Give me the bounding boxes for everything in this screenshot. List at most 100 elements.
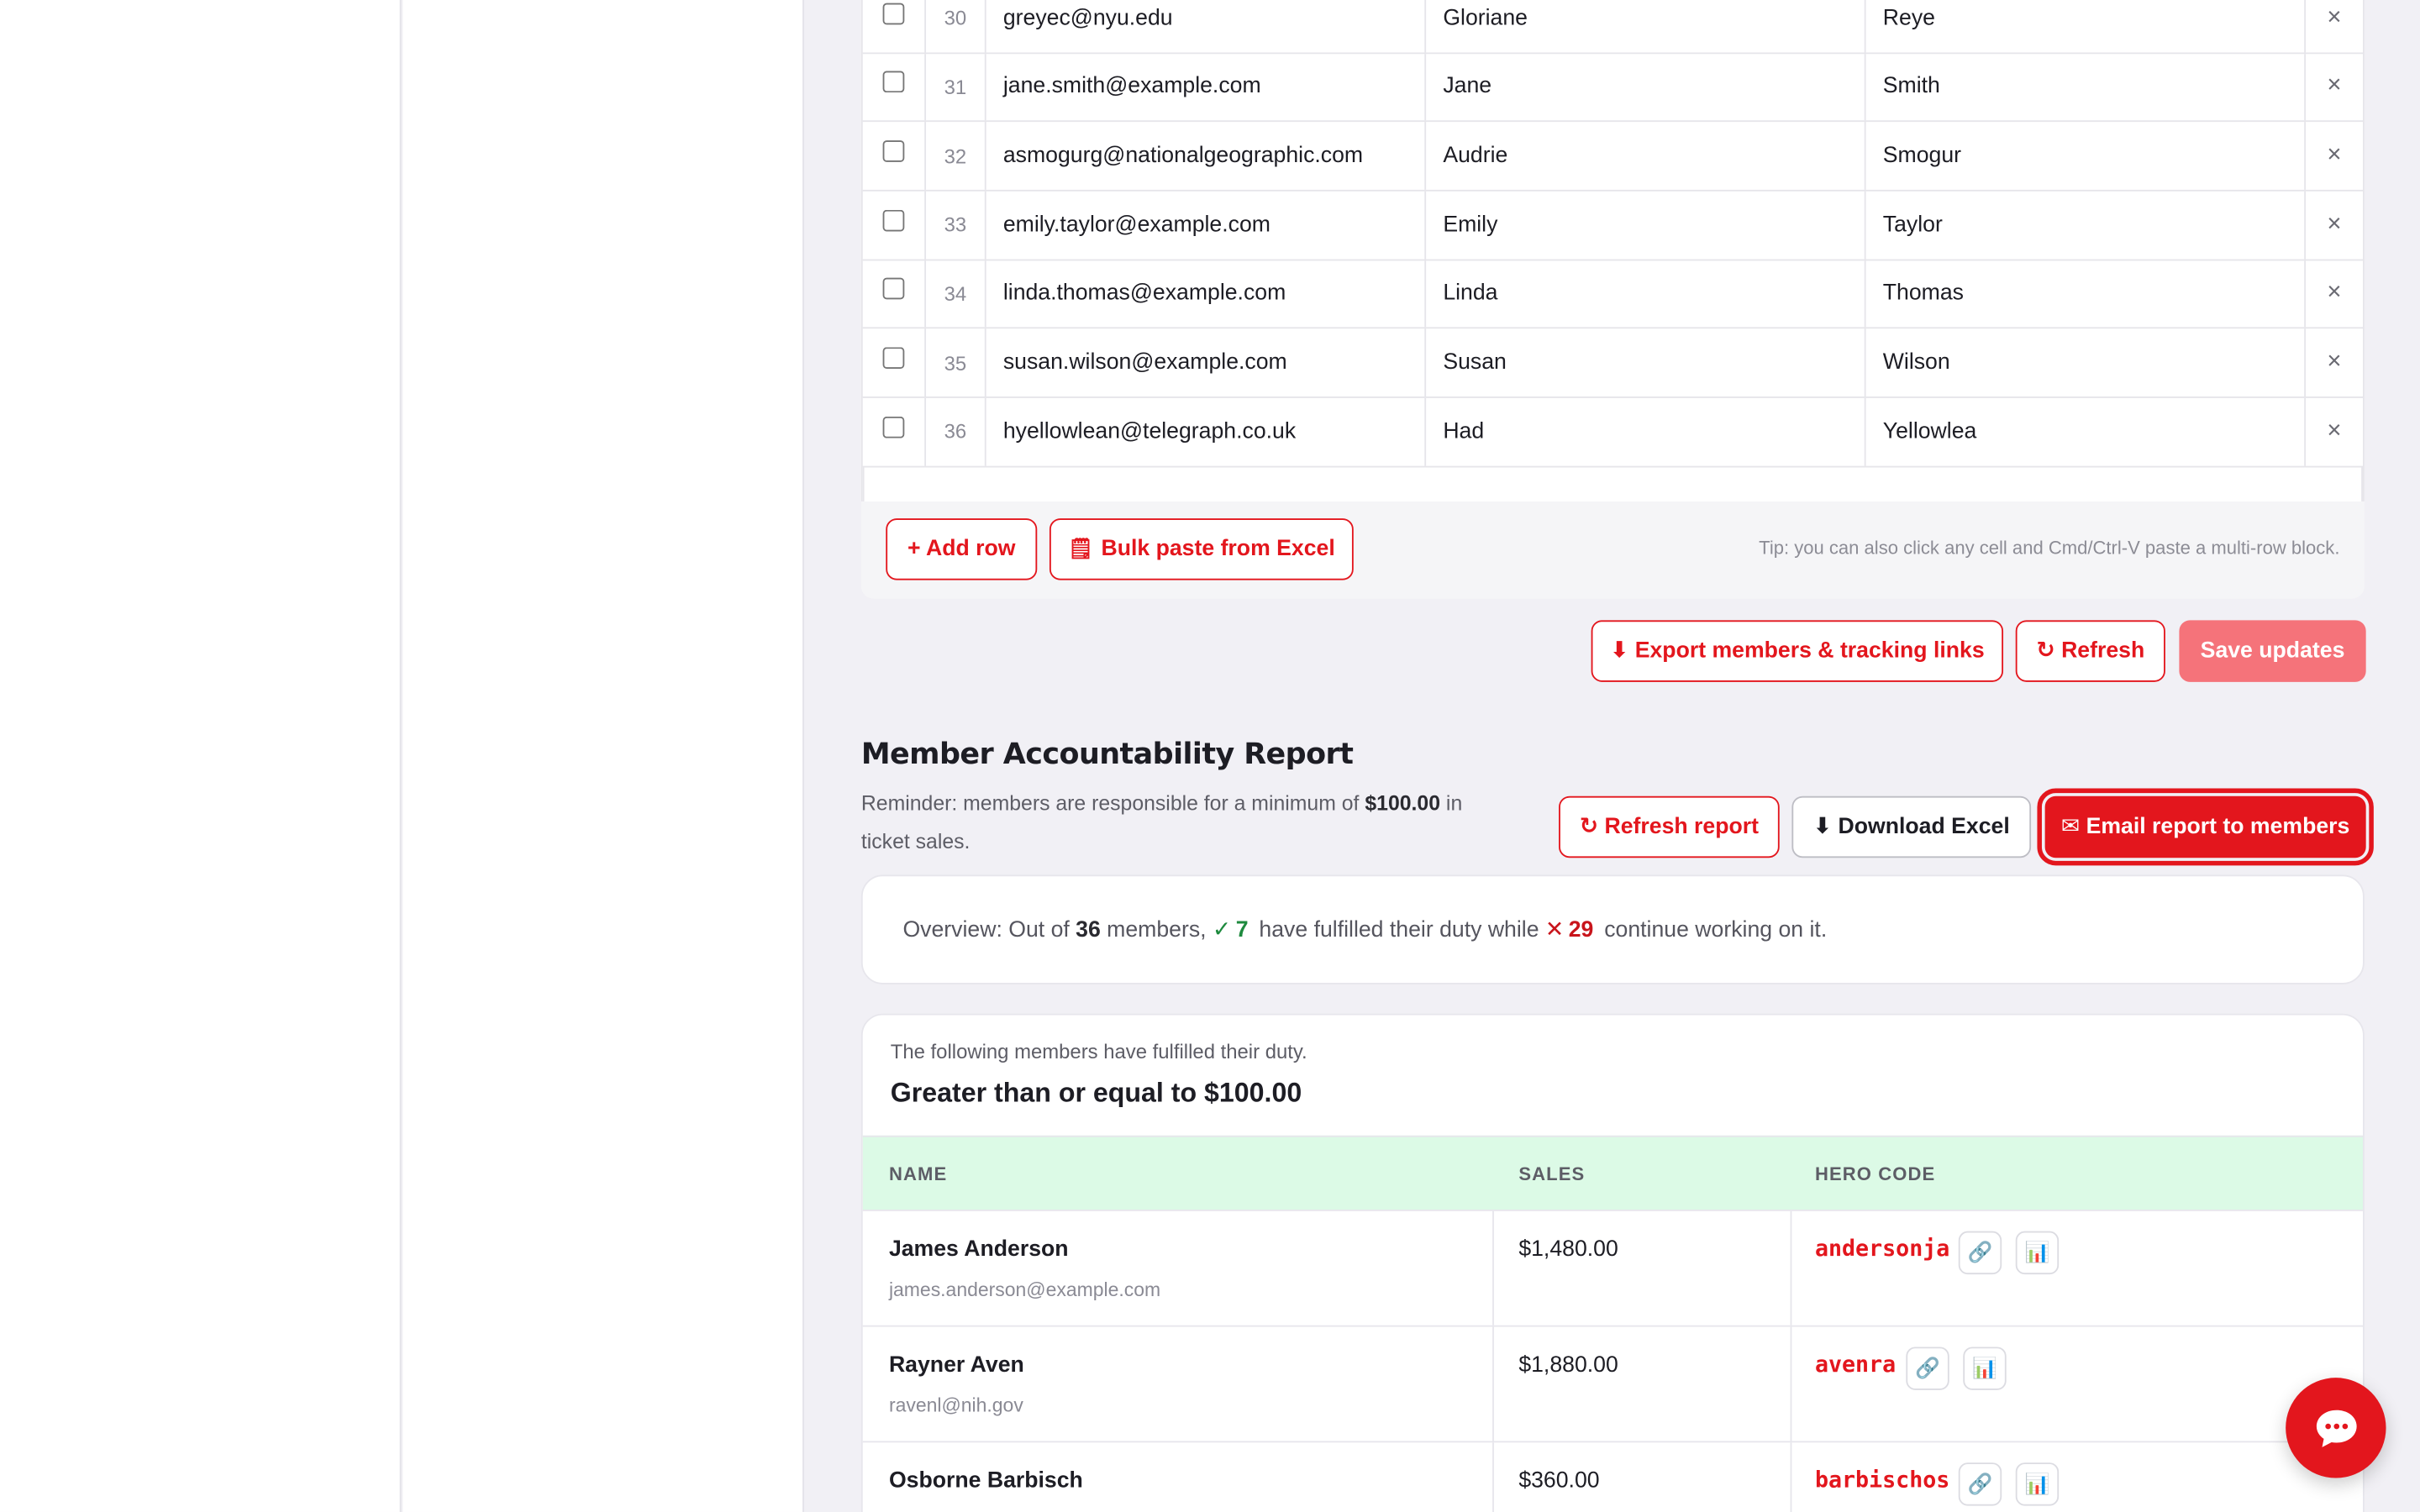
email-cell[interactable]: emily.taylor@example.com: [986, 191, 1427, 259]
reminder-text: Reminder: members are responsible for a …: [861, 784, 1509, 861]
add-row-button[interactable]: + Add row: [886, 518, 1038, 580]
delete-row-icon[interactable]: ×: [2306, 211, 2363, 239]
first-name-cell[interactable]: Audrie: [1426, 122, 1866, 190]
row-number: 33: [924, 191, 986, 259]
overview-prefix: Overview: Out of: [902, 916, 1070, 942]
first-name-cell[interactable]: Susan: [1426, 328, 1866, 396]
hero-code: barbischos: [1814, 1468, 1950, 1494]
refresh-report-button[interactable]: ↻ Refresh report: [1559, 795, 1780, 858]
row-checkbox[interactable]: [882, 278, 905, 301]
table-row: 32 asmogurg@nationalgeographic.com Audri…: [862, 122, 2363, 192]
row-checkbox[interactable]: [882, 416, 905, 438]
pending-count: 29: [1568, 916, 1594, 942]
delete-row-icon[interactable]: ×: [2306, 4, 2363, 32]
member-sales: $1,880.00: [1518, 1352, 1618, 1378]
refresh-button[interactable]: ↻ Refresh: [2015, 620, 2165, 682]
table-row: 34 linda.thomas@example.com Linda Thomas…: [862, 260, 2363, 329]
table-row: 35 susan.wilson@example.com Susan Wilson…: [862, 328, 2363, 398]
row-checkbox[interactable]: [882, 71, 905, 93]
member-email: ravenl@nih.gov: [888, 1394, 1023, 1417]
paste-tip: Tip: you can also click any cell and Cmd…: [1759, 537, 2340, 559]
email-cell[interactable]: jane.smith@example.com: [986, 53, 1427, 121]
save-updates-button[interactable]: Save updates: [2179, 620, 2366, 682]
email-cell[interactable]: asmogurg@nationalgeographic.com: [986, 122, 1427, 190]
minimum-amount: $100.00: [1365, 791, 1441, 815]
chart-icon[interactable]: 📊: [1963, 1347, 2007, 1390]
overview-suffix: continue working on it.: [1604, 916, 1828, 942]
email-cell[interactable]: susan.wilson@example.com: [986, 328, 1427, 396]
last-name-cell[interactable]: Smogur: [1866, 122, 2307, 190]
fulfilled-count: 7: [1235, 916, 1249, 942]
member-email: james.anderson@example.com: [888, 1278, 1161, 1301]
delete-row-icon[interactable]: ×: [2306, 73, 2363, 101]
grid-footer-spacer: [862, 466, 2363, 501]
chart-icon[interactable]: 📊: [2015, 1462, 2060, 1506]
delete-row-icon[interactable]: ×: [2306, 142, 2363, 170]
fulfilled-members-card: The following members have fulfilled the…: [860, 1013, 2365, 1512]
member-name: Rayner Aven: [888, 1352, 1024, 1378]
first-name-cell[interactable]: Jane: [1426, 53, 1866, 121]
hero-code: avenra: [1814, 1352, 1897, 1378]
last-name-cell[interactable]: Smith: [1866, 53, 2307, 121]
last-name-cell[interactable]: Yellowlea: [1866, 397, 2307, 465]
last-name-cell[interactable]: Thomas: [1866, 260, 2307, 328]
header-hero-code: HERO CODE: [1814, 1163, 1936, 1185]
chart-icon[interactable]: 📊: [2015, 1231, 2060, 1275]
row-number: 36: [924, 397, 986, 465]
link-icon[interactable]: 🔗: [1958, 1231, 2002, 1275]
table-row: 36 hyellowlean@telegraph.co.uk Had Yello…: [862, 397, 2363, 467]
first-name-cell[interactable]: Had: [1426, 397, 1866, 465]
row-checkbox[interactable]: [882, 209, 905, 231]
main-content: 30 greyec@nyu.edu Gloriane Reye × 31 jan…: [805, 0, 2420, 1512]
row-number: 32: [924, 122, 986, 190]
link-icon[interactable]: 🔗: [1906, 1347, 1949, 1390]
report-title: Member Accountability Report: [860, 737, 1354, 772]
bulk-paste-label: Bulk paste from Excel: [1101, 537, 1335, 562]
overview-card: Overview: Out of 36 members, ✓ 7 have fu…: [860, 874, 2365, 984]
members-grid: 30 greyec@nyu.edu Gloriane Reye × 31 jan…: [860, 0, 2365, 501]
table-row: Osborne Barbisch $360.00 barbischos 🔗 📊: [862, 1441, 2363, 1512]
member-sales: $360.00: [1518, 1468, 1600, 1494]
clipboard-icon: 🗒: [1067, 537, 1094, 560]
row-checkbox[interactable]: [882, 347, 905, 370]
export-members-button[interactable]: ⬇ Export members & tracking links: [1591, 620, 2004, 682]
last-name-cell[interactable]: Wilson: [1866, 328, 2307, 396]
email-cell[interactable]: greyec@nyu.edu: [986, 0, 1427, 52]
link-icon[interactable]: 🔗: [1958, 1462, 2002, 1506]
fulfilled-title: Greater than or equal to $100.00: [890, 1077, 1302, 1108]
table-row: 30 greyec@nyu.edu Gloriane Reye ×: [862, 0, 2363, 54]
table-row: 33 emily.taylor@example.com Emily Taylor…: [862, 191, 2363, 260]
member-sales: $1,480.00: [1518, 1237, 1618, 1263]
overview-middle: have fulfilled their duty while: [1259, 916, 1539, 942]
first-name-cell[interactable]: Linda: [1426, 260, 1866, 328]
header-name: NAME: [888, 1163, 948, 1185]
fulfilled-table-header: NAME SALES HERO CODE: [862, 1135, 2363, 1210]
row-number: 31: [924, 53, 986, 121]
email-report-button[interactable]: ✉ Email report to members: [2037, 788, 2374, 866]
email-cell[interactable]: hyellowlean@telegraph.co.uk: [986, 397, 1427, 465]
row-checkbox[interactable]: [882, 3, 905, 24]
members-grid-card: 30 greyec@nyu.edu Gloriane Reye × 31 jan…: [860, 0, 2365, 599]
download-excel-button[interactable]: ⬇ Download Excel: [1791, 795, 2032, 858]
email-cell[interactable]: linda.thomas@example.com: [986, 260, 1427, 328]
total-members: 36: [1076, 916, 1101, 942]
last-name-cell[interactable]: Taylor: [1866, 191, 2307, 259]
row-number: 35: [924, 328, 986, 396]
chat-launcher-button[interactable]: [2286, 1378, 2386, 1478]
delete-row-icon[interactable]: ×: [2306, 417, 2363, 445]
bulk-paste-button[interactable]: 🗒 Bulk paste from Excel: [1049, 518, 1354, 580]
row-checkbox[interactable]: [882, 140, 905, 162]
reminder-prefix: Reminder: members are responsible for a …: [860, 791, 1360, 815]
check-icon: ✓: [1212, 916, 1232, 942]
first-name-cell[interactable]: Emily: [1426, 191, 1866, 259]
app-stage: 30 greyec@nyu.edu Gloriane Reye × 31 jan…: [0, 0, 2420, 1512]
delete-row-icon[interactable]: ×: [2306, 280, 2363, 307]
table-row: James Anderson james.anderson@example.co…: [862, 1209, 2363, 1326]
delete-row-icon[interactable]: ×: [2306, 349, 2363, 376]
member-name: James Anderson: [888, 1237, 1069, 1263]
first-name-cell[interactable]: Gloriane: [1426, 0, 1866, 52]
left-sidebar: [0, 0, 402, 1512]
chat-bubble-icon: [2315, 1409, 2356, 1446]
last-name-cell[interactable]: Reye: [1866, 0, 2307, 52]
row-number: 30: [924, 0, 986, 52]
